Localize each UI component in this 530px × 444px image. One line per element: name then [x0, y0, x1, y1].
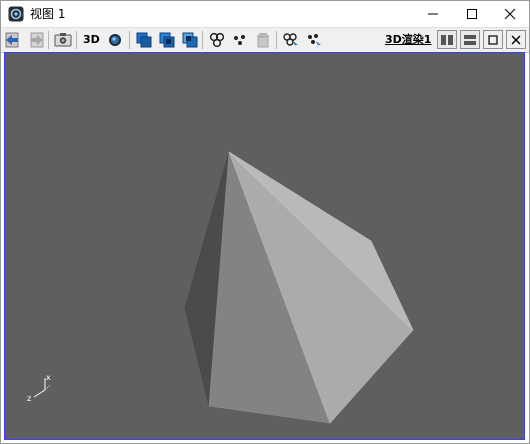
redo-view-button[interactable]	[26, 30, 46, 50]
points-button[interactable]	[230, 30, 250, 50]
split-vertical-icon	[441, 34, 453, 45]
app-window: 视图 1 3D 3D渲染1 x z	[0, 0, 530, 444]
axis-label-z: z	[27, 394, 31, 403]
axis-label-x: x	[46, 373, 51, 382]
minimize-icon	[428, 13, 438, 15]
toolbar-separator	[76, 31, 77, 49]
restore-pane-button[interactable]	[483, 30, 503, 49]
front-view-button[interactable]	[134, 30, 154, 50]
toolbar-separator	[48, 31, 49, 49]
side-view-button[interactable]	[180, 30, 200, 50]
title-bar[interactable]: 视图 1	[1, 1, 529, 27]
delete-button[interactable]	[253, 30, 273, 50]
close-pane-icon	[511, 35, 521, 44]
select-points-icon	[308, 34, 321, 48]
split-vertical-button[interactable]	[437, 30, 457, 49]
3d-viewport[interactable]: x z	[4, 52, 525, 440]
3d-mode-button[interactable]: 3D	[83, 31, 100, 49]
undo-view-button[interactable]	[3, 30, 23, 50]
points-icon	[234, 35, 245, 45]
redo-view-icon	[30, 32, 44, 48]
select-icon	[283, 33, 298, 48]
sphere-icon	[109, 34, 121, 46]
split-horizontal-icon	[464, 34, 476, 45]
close-button[interactable]	[490, 1, 530, 27]
circles-icon	[209, 32, 225, 48]
toolbar: 3D 3D渲染1	[1, 27, 529, 53]
toolbar-separator	[276, 31, 277, 49]
minimize-button[interactable]	[413, 1, 453, 27]
close-pane-button[interactable]	[506, 30, 526, 49]
camera-icon	[54, 33, 72, 47]
maximize-icon	[467, 9, 477, 19]
toolbar-separator	[129, 31, 130, 49]
restore-icon	[488, 34, 498, 45]
trash-icon	[257, 33, 269, 48]
top-view-button[interactable]	[157, 30, 177, 50]
select-points-button[interactable]	[304, 30, 324, 50]
undo-view-icon	[5, 32, 19, 48]
screenshot-button[interactable]	[53, 30, 73, 50]
close-icon	[504, 8, 516, 20]
top-icon	[159, 32, 175, 48]
view-app-icon	[8, 6, 24, 22]
split-horizontal-button[interactable]	[460, 30, 480, 49]
sphere-button[interactable]	[105, 30, 125, 50]
side-icon	[182, 32, 198, 48]
window-title: 视图 1	[30, 7, 66, 21]
circles-button[interactable]	[207, 30, 227, 50]
front-icon	[136, 32, 152, 48]
axis-triad: x z	[27, 373, 51, 403]
maximize-button[interactable]	[452, 1, 492, 27]
select-button[interactable]	[281, 30, 301, 50]
render-view-link[interactable]: 3D渲染1	[385, 31, 431, 49]
scene-canvas: x z	[27, 151, 414, 424]
toolbar-separator	[202, 31, 203, 49]
